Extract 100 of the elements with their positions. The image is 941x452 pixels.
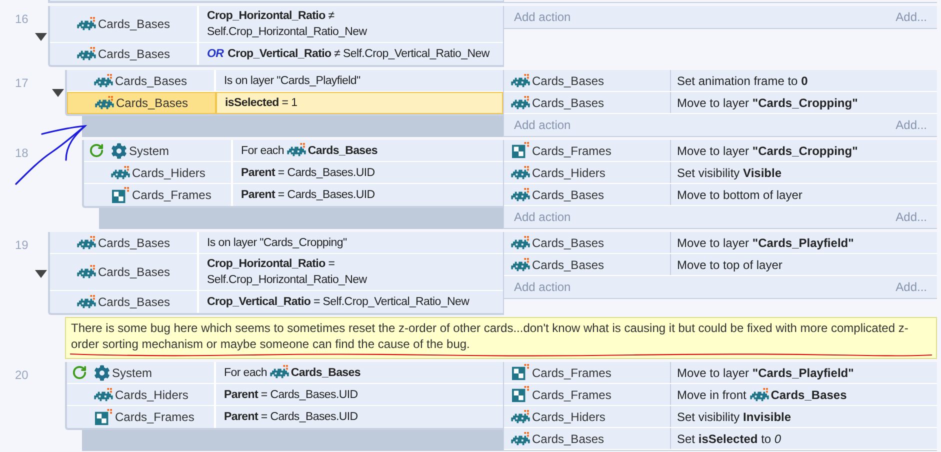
object-name: Cards_Bases bbox=[98, 264, 170, 281]
action-cell[interactable]: Move to top of layer bbox=[671, 254, 937, 275]
add-more-label: Add... bbox=[896, 209, 927, 226]
action-object-cell[interactable]: Cards_Bases bbox=[504, 254, 671, 275]
object-name: Cards_Bases bbox=[532, 72, 604, 90]
action-object-cell[interactable]: Cards_Bases bbox=[504, 70, 671, 91]
condition-object-cell[interactable]: Cards_Bases bbox=[50, 254, 199, 290]
action-cell[interactable]: Move to layer "Cards_Cropping" bbox=[671, 140, 937, 161]
action-cell[interactable]: Set visibility Visible bbox=[671, 162, 937, 183]
condition-object-cell[interactable]: Cards_Frames bbox=[84, 184, 233, 206]
condition-cell[interactable]: For each Cards_Bases bbox=[233, 140, 503, 161]
event-number: 20 bbox=[15, 368, 28, 382]
action-object-cell[interactable]: Cards_Bases bbox=[504, 232, 671, 253]
object-name: Cards_Bases bbox=[532, 94, 604, 112]
loop-icon bbox=[89, 143, 104, 158]
condition-object-cell[interactable]: Cards_Bases bbox=[50, 43, 199, 65]
object-name: Cards_Bases bbox=[770, 388, 847, 402]
condition-cell[interactable]: For each Cards_Bases bbox=[216, 362, 503, 383]
or-keyword: OR bbox=[207, 48, 224, 60]
invader-icon bbox=[511, 166, 530, 180]
action-text: Move in front bbox=[677, 388, 746, 402]
condition-object-cell[interactable]: Cards_Hiders bbox=[67, 384, 216, 405]
object-name: Cards_Bases bbox=[532, 234, 604, 252]
action-cell[interactable]: Move to layer "Cards_Playfield" bbox=[671, 362, 937, 383]
condition-cell[interactable]: Parent = Cards_Bases.UID bbox=[216, 406, 503, 428]
object-name: Cards_Bases bbox=[532, 256, 604, 274]
action-object-cell[interactable]: Cards_Bases bbox=[504, 184, 671, 205]
collapse-triangle-icon[interactable] bbox=[35, 32, 47, 40]
object-name: Cards_Bases bbox=[98, 234, 170, 252]
invader-icon bbox=[511, 96, 530, 110]
object-name: Cards_Hiders bbox=[115, 386, 188, 404]
condition-cell[interactable]: Crop_Horizontal_Ratio = Self.Crop_Horizontal_Ratio_New bbox=[199, 254, 503, 290]
action-text: Set visibility Visible bbox=[677, 166, 782, 180]
invader-icon bbox=[511, 258, 530, 272]
action-object-cell[interactable]: Cards_Bases bbox=[504, 428, 671, 449]
condition-cell[interactable]: Parent = Cards_Bases.UID bbox=[216, 384, 503, 405]
condition-object-cell[interactable]: Cards_Bases bbox=[50, 6, 199, 42]
object-name: Cards_Bases bbox=[290, 366, 360, 378]
collapse-triangle-icon[interactable] bbox=[52, 89, 64, 97]
invader-icon bbox=[77, 265, 96, 279]
condition-cell[interactable]: isSelected = 1 bbox=[216, 92, 503, 114]
action-cell[interactable]: Move to bottom of layer bbox=[671, 184, 937, 205]
action-object-cell[interactable]: Cards_Bases bbox=[504, 92, 671, 113]
action-cell[interactable]: Set animation frame to 0 bbox=[671, 70, 937, 91]
invader-icon bbox=[77, 17, 96, 31]
event-number: 18 bbox=[15, 146, 28, 160]
action-object-cell[interactable]: Cards_Frames bbox=[504, 362, 671, 383]
object-name: Cards_Bases bbox=[532, 186, 604, 204]
add-more-label: Add... bbox=[896, 117, 927, 134]
comment-text: There is some bug here which seems to sometimes reset the z-order of other cards...don't know what is causing it but could be fixed with more complicated z-order sorting mechanism or maybe someone can find the cause of the bug. bbox=[71, 321, 908, 351]
add-action-label: Add action bbox=[514, 117, 571, 134]
condition-cell[interactable]: Parent = Cards_Bases.UID bbox=[233, 162, 503, 183]
action-cell[interactable]: Set visibility Invisible bbox=[671, 406, 937, 427]
condition-object-cell[interactable]: Cards_Bases bbox=[67, 92, 216, 114]
action-cell[interactable]: Move in front Cards_Bases bbox=[671, 384, 937, 405]
condition-object-cell[interactable]: System bbox=[84, 140, 233, 161]
action-text: Move to layer "Cards_Playfield" bbox=[677, 236, 854, 250]
add-action-label: Add action bbox=[514, 209, 571, 226]
condition-cell[interactable]: Crop_Horizontal_Ratio ≠ Self.Crop_Horizontal_Ratio_New bbox=[199, 6, 503, 42]
invader-icon bbox=[270, 365, 289, 380]
checker-square-icon bbox=[94, 408, 113, 426]
action-cell[interactable]: Move to layer "Cards_Cropping" bbox=[671, 92, 937, 113]
action-cell[interactable]: Set isSelected to 0 bbox=[671, 428, 937, 449]
add-more-label: Add... bbox=[896, 279, 927, 296]
add-action-label: Add action bbox=[514, 279, 571, 296]
condition-text: Crop_Vertical_Ratio ≠ Self.Crop_Vertical_Ratio_New bbox=[228, 48, 490, 60]
invader-icon bbox=[77, 236, 96, 250]
condition-cell[interactable]: Crop_Vertical_Ratio = Self.Crop_Vertical_Ratio_New bbox=[199, 291, 503, 313]
condition-text: Parent = Cards_Bases.UID bbox=[224, 388, 358, 400]
condition-cell[interactable]: OR Crop_Vertical_Ratio ≠ Self.Crop_Vertical_Ratio_New bbox=[199, 43, 503, 65]
invader-icon bbox=[77, 47, 96, 61]
condition-cell[interactable]: Parent = Cards_Bases.UID bbox=[233, 184, 503, 206]
action-text: Move to layer "Cards_Playfield" bbox=[677, 366, 854, 380]
checker-square-icon bbox=[511, 386, 530, 403]
object-name: System bbox=[112, 364, 152, 382]
condition-object-cell[interactable]: Cards_Hiders bbox=[84, 162, 233, 183]
condition-text: For each bbox=[241, 144, 284, 156]
condition-object-cell[interactable]: Cards_Bases bbox=[50, 291, 199, 313]
action-text: Set visibility Invisible bbox=[677, 410, 792, 424]
condition-object-cell[interactable]: System bbox=[67, 362, 216, 383]
object-name: Cards_Hiders bbox=[132, 164, 206, 182]
action-object-cell[interactable]: Cards_Frames bbox=[504, 140, 671, 161]
action-text: Move to bottom of layer bbox=[677, 188, 802, 202]
object-name: Cards_Bases bbox=[116, 95, 188, 112]
object-name: Cards_Hiders bbox=[532, 408, 606, 426]
condition-object-cell[interactable]: Cards_Bases bbox=[50, 232, 199, 253]
object-name: System bbox=[129, 142, 170, 160]
action-object-cell[interactable]: Cards_Hiders bbox=[504, 162, 671, 183]
condition-text: Crop_Horizontal_Ratio ≠ Self.Crop_Horizontal_Ratio_New bbox=[207, 10, 367, 38]
invader-icon bbox=[511, 236, 530, 250]
condition-text: Parent = Cards_Bases.UID bbox=[241, 166, 375, 178]
action-object-cell[interactable]: Cards_Frames bbox=[504, 384, 671, 405]
comment-box[interactable] bbox=[65, 317, 937, 359]
condition-object-cell[interactable]: Cards_Frames bbox=[67, 406, 216, 428]
condition-cell[interactable]: Is on layer "Cards_Cropping" bbox=[199, 232, 503, 253]
collapse-triangle-icon[interactable] bbox=[35, 270, 47, 278]
action-object-cell[interactable]: Cards_Hiders bbox=[504, 406, 671, 427]
action-cell[interactable]: Move to layer "Cards_Playfield" bbox=[671, 232, 937, 253]
condition-cell[interactable]: Is on layer "Cards_Playfield" bbox=[216, 70, 503, 91]
object-name: Cards_Bases bbox=[308, 144, 378, 156]
